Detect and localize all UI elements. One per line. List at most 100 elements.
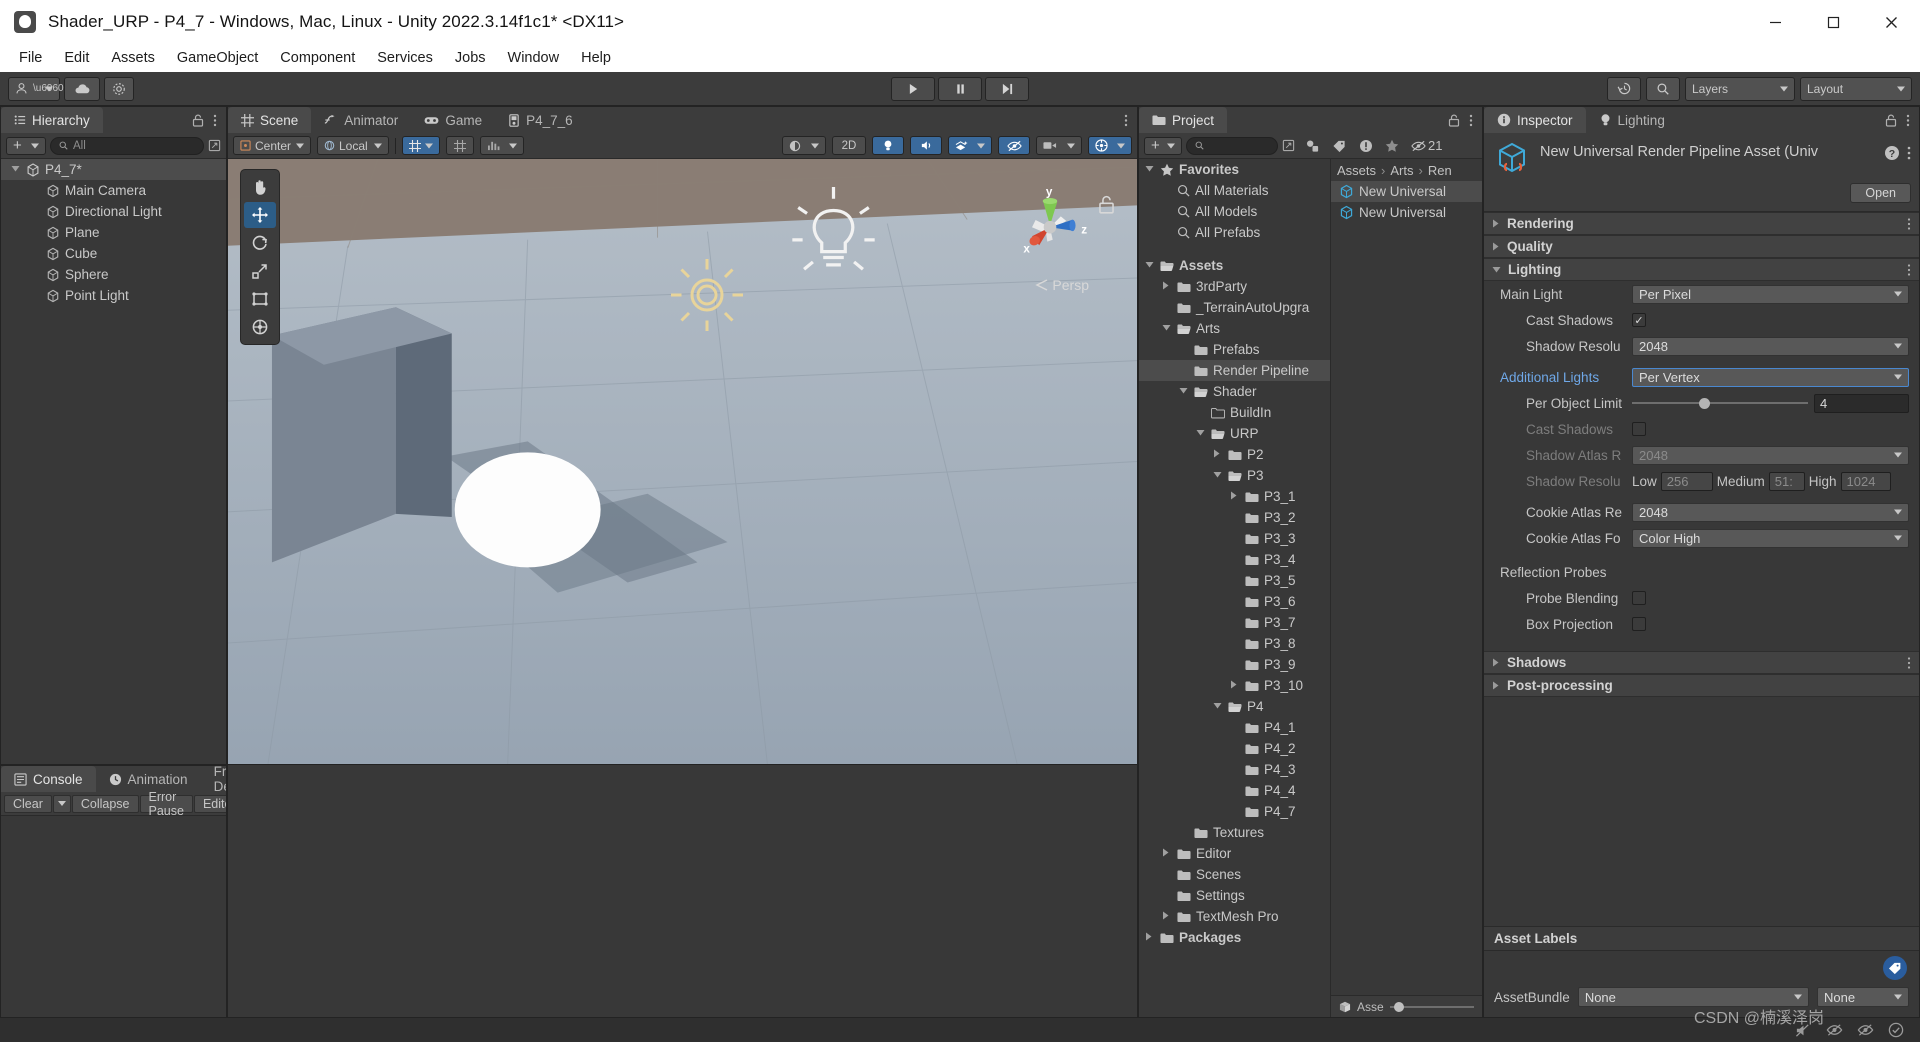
tab-Animator[interactable]: Animator bbox=[311, 107, 411, 133]
hierarchy-tree[interactable]: P4_7* Main Camera Directional Light Plan… bbox=[1, 159, 226, 764]
section-header-lighting[interactable]: Lighting bbox=[1484, 258, 1919, 281]
main-cast-shadows-checkbox[interactable]: ✓ bbox=[1632, 313, 1646, 327]
console-clear-dropdown[interactable] bbox=[52, 794, 71, 813]
section-header-quality[interactable]: Quality bbox=[1484, 235, 1919, 258]
rotate-tool-button[interactable] bbox=[244, 230, 276, 256]
project-search-input[interactable] bbox=[1186, 136, 1278, 155]
tab-Console[interactable]: Console bbox=[1, 766, 96, 792]
tab-Frame Debugger[interactable]: Frame Debugger bbox=[201, 766, 226, 794]
console-clear-button[interactable]: Clear bbox=[4, 794, 52, 813]
hand-tool-button[interactable] bbox=[244, 174, 276, 200]
filter-favorites-star-icon[interactable] bbox=[1385, 139, 1399, 153]
point-light-gizmo[interactable] bbox=[786, 184, 881, 284]
twisty-down-icon[interactable] bbox=[9, 165, 21, 175]
hierarchy-search-expand-icon[interactable] bbox=[208, 139, 221, 152]
grid-snap-toggle[interactable] bbox=[402, 136, 440, 155]
twisty-right-icon[interactable] bbox=[1228, 680, 1240, 691]
scene-lock-icon[interactable] bbox=[1098, 195, 1115, 214]
project-tree-item[interactable]: BuildIn bbox=[1139, 402, 1330, 423]
project-tree-item[interactable]: P3_2 bbox=[1139, 507, 1330, 528]
console-editor-dropdown[interactable]: Editor bbox=[193, 794, 226, 813]
hierarchy-item[interactable]: Cube bbox=[1, 243, 226, 264]
twisty-right-icon[interactable] bbox=[1160, 911, 1172, 922]
scene-viewport[interactable]: y x z Persp bbox=[228, 159, 1137, 764]
twisty-down-icon[interactable] bbox=[1160, 324, 1172, 334]
hidden-packages-count[interactable]: 21 bbox=[1411, 138, 1442, 153]
project-tree-item[interactable]: P3_6 bbox=[1139, 591, 1330, 612]
mute-audio-icon[interactable] bbox=[1795, 1023, 1812, 1038]
cookie-atlas-res-dropdown[interactable]: 2048 bbox=[1632, 502, 1909, 522]
compile-status-icon[interactable] bbox=[1888, 1022, 1904, 1038]
menu-item-help[interactable]: Help bbox=[570, 48, 622, 68]
transform-tool-button[interactable] bbox=[244, 314, 276, 340]
twisty-down-icon[interactable] bbox=[1211, 702, 1223, 712]
main-shadow-res-dropdown[interactable]: 2048 bbox=[1632, 336, 1909, 356]
project-tree-item[interactable]: Packages bbox=[1139, 927, 1330, 948]
twisty-down-icon[interactable] bbox=[1143, 261, 1155, 271]
gear-button[interactable] bbox=[104, 76, 134, 101]
tab-Lighting[interactable]: Lighting bbox=[1586, 107, 1678, 133]
project-tree-item[interactable]: All Materials bbox=[1139, 180, 1330, 201]
lock-icon[interactable] bbox=[192, 114, 204, 127]
console-collapse-button[interactable]: Collapse bbox=[71, 794, 139, 813]
rect-tool-button[interactable] bbox=[244, 286, 276, 312]
hidden-items-icon[interactable] bbox=[1826, 1023, 1843, 1037]
menu-item-jobs[interactable]: Jobs bbox=[444, 48, 497, 68]
scale-tool-button[interactable] bbox=[244, 258, 276, 284]
project-tree-item[interactable]: P3_1 bbox=[1139, 486, 1330, 507]
scene-lighting-toggle[interactable] bbox=[872, 136, 904, 155]
project-tree-item[interactable]: Arts bbox=[1139, 318, 1330, 339]
component-menu-icon[interactable] bbox=[1907, 146, 1911, 160]
add-label-tag-icon[interactable] bbox=[1883, 956, 1907, 980]
project-tree-item[interactable]: P4_3 bbox=[1139, 759, 1330, 780]
hierarchy-item[interactable]: P4_7* bbox=[1, 159, 226, 180]
project-tree-item[interactable]: Settings bbox=[1139, 885, 1330, 906]
project-tree-item[interactable]: Assets bbox=[1139, 255, 1330, 276]
menu-item-component[interactable]: Component bbox=[269, 48, 366, 68]
help-icon[interactable]: ? bbox=[1884, 145, 1900, 161]
undo-history-icon[interactable] bbox=[1607, 76, 1641, 101]
project-tree-item[interactable]: URP bbox=[1139, 423, 1330, 444]
breadcrumb-item[interactable]: Arts bbox=[1390, 163, 1413, 178]
project-tree-item[interactable]: Scenes bbox=[1139, 864, 1330, 885]
scene-camera-dropdown[interactable] bbox=[1036, 136, 1082, 155]
console-log-area[interactable] bbox=[1, 816, 226, 1017]
project-tree-item[interactable]: P3_4 bbox=[1139, 549, 1330, 570]
hierarchy-item[interactable]: Point Light bbox=[1, 285, 226, 306]
pause-button[interactable] bbox=[938, 76, 982, 101]
minimize-button[interactable] bbox=[1746, 0, 1804, 44]
section-menu-icon[interactable] bbox=[1907, 217, 1911, 230]
section-menu-icon[interactable] bbox=[1907, 656, 1911, 669]
filter-errors-icon[interactable] bbox=[1359, 139, 1373, 153]
component-tools-dropdown[interactable] bbox=[480, 136, 524, 155]
directional-light-gizmo[interactable] bbox=[662, 250, 752, 340]
twisty-right-icon[interactable] bbox=[1211, 449, 1223, 460]
2d-toggle[interactable]: 2D bbox=[832, 136, 866, 155]
scene-axis-gizmo[interactable]: y x z bbox=[1005, 184, 1095, 274]
project-tree-item[interactable]: P4_2 bbox=[1139, 738, 1330, 759]
project-tree-item[interactable]: Render Pipeline bbox=[1139, 360, 1330, 381]
breadcrumb[interactable]: Assets › Arts › Ren bbox=[1331, 159, 1482, 181]
section-header-post-processing[interactable]: Post-processing bbox=[1484, 674, 1919, 697]
project-result-item[interactable]: New Universal bbox=[1331, 181, 1482, 202]
res-med-value[interactable]: 51: bbox=[1768, 471, 1805, 491]
project-tree-item[interactable]: P3_9 bbox=[1139, 654, 1330, 675]
twisty-down-icon[interactable] bbox=[1194, 429, 1206, 439]
panel-menu-icon[interactable] bbox=[1469, 114, 1473, 127]
assetbundle-variant-dropdown[interactable]: None bbox=[1817, 987, 1909, 1007]
panel-menu-icon[interactable] bbox=[213, 114, 217, 127]
shadow-atlas-dropdown[interactable]: 2048 bbox=[1632, 445, 1909, 465]
layout-dropdown[interactable]: Layout bbox=[1800, 76, 1912, 101]
menu-item-assets[interactable]: Assets bbox=[100, 48, 166, 68]
twisty-right-icon[interactable] bbox=[1160, 281, 1172, 292]
breadcrumb-item[interactable]: Ren bbox=[1428, 163, 1452, 178]
project-tree-item[interactable]: _TerrainAutoUpgra bbox=[1139, 297, 1330, 318]
additional-lights-dropdown[interactable]: Per Vertex bbox=[1632, 367, 1909, 387]
section-menu-icon[interactable] bbox=[1907, 263, 1911, 276]
tab-Inspector[interactable]: Inspector bbox=[1484, 107, 1586, 133]
cookie-atlas-fmt-dropdown[interactable]: Color High bbox=[1632, 528, 1909, 548]
hierarchy-item[interactable]: Plane bbox=[1, 222, 226, 243]
twisty-down-icon[interactable] bbox=[1143, 165, 1155, 175]
cloud-button[interactable] bbox=[64, 76, 100, 101]
tab-P4_7_6[interactable]: P4_7_6 bbox=[495, 107, 586, 133]
